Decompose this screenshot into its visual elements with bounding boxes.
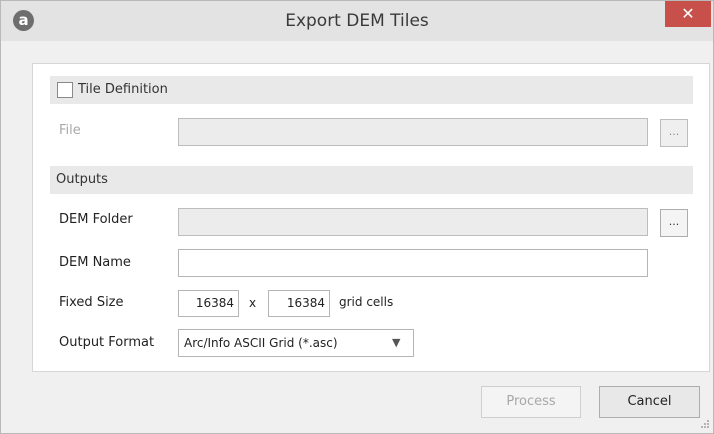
cancel-button[interactable]: Cancel [599, 386, 700, 418]
fixed-size-y-input[interactable]: 16384 [268, 290, 330, 317]
output-format-select[interactable]: Arc/Info ASCII Grid (*.asc) ▼ [178, 329, 414, 357]
fixed-size-label: Fixed Size [59, 295, 124, 310]
file-browse-button[interactable]: ... [660, 119, 688, 147]
fixed-size-x-input[interactable]: 16384 [178, 290, 239, 317]
window-title: Export DEM Tiles [285, 11, 429, 31]
size-unit-label: grid cells [339, 295, 394, 309]
dem-folder-label: DEM Folder [59, 212, 133, 227]
outputs-header: Outputs [50, 166, 693, 194]
dem-folder-field[interactable] [178, 208, 648, 236]
file-label: File [59, 123, 81, 138]
size-separator: x [249, 296, 257, 310]
outputs-label: Outputs [56, 172, 108, 187]
resize-grip-icon[interactable] [700, 419, 710, 429]
app-logo-icon: a [13, 10, 34, 31]
dem-name-label: DEM Name [59, 255, 131, 270]
process-button[interactable]: Process [481, 386, 581, 418]
tile-definition-header: Tile Definition [50, 76, 693, 104]
close-button[interactable]: ✕ [665, 1, 711, 27]
dem-name-input[interactable] [178, 249, 648, 277]
file-path-field[interactable] [178, 118, 648, 146]
export-dem-tiles-dialog: Export DEM Tiles a ✕ Tile Definition Fil… [0, 0, 714, 434]
tile-definition-checkbox[interactable] [57, 82, 73, 98]
title-bar[interactable]: Export DEM Tiles a ✕ [1, 1, 713, 41]
dialog-content-panel: Tile Definition File ... Outputs DEM Fol… [32, 63, 710, 372]
chevron-down-icon: ▼ [392, 336, 401, 349]
tile-definition-label[interactable]: Tile Definition [78, 76, 168, 104]
output-format-label: Output Format [59, 335, 155, 350]
output-format-value: Arc/Info ASCII Grid (*.asc) [184, 336, 338, 350]
dem-folder-browse-button[interactable]: ... [660, 209, 688, 237]
